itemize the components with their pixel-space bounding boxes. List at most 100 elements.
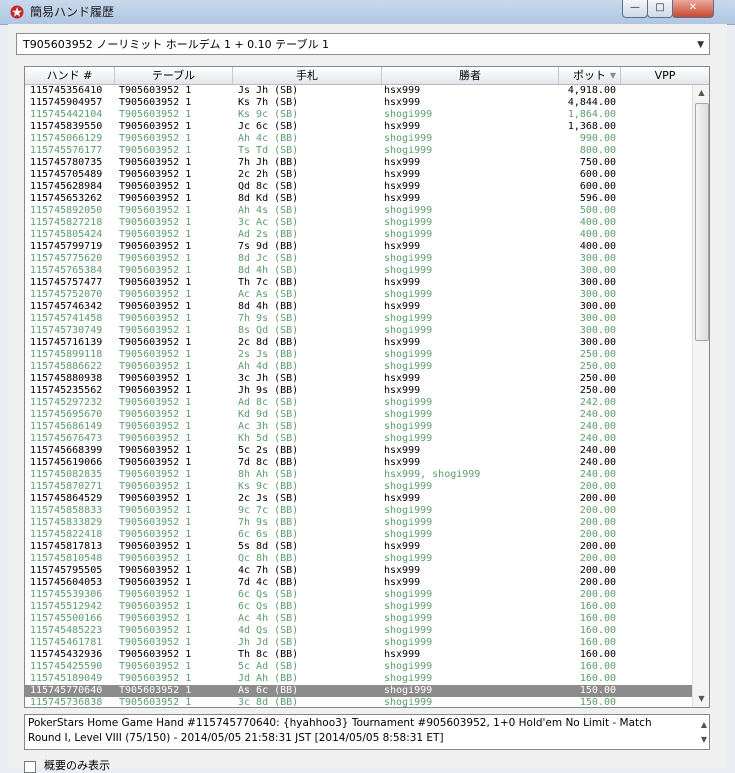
cell-pot: 240.00 bbox=[579, 457, 616, 468]
maximize-button[interactable]: □ bbox=[647, 0, 673, 18]
table-row[interactable]: 115745833829 T905603952 1 7h 9s (BB) shogi9… bbox=[25, 517, 692, 529]
table-row[interactable]: 115745892050 T905603952 1 Ah 4s (SB) shogi9… bbox=[25, 205, 692, 217]
table-row[interactable]: 115745730749 T905603952 1 8s Qd (SB) shogi9… bbox=[25, 325, 692, 337]
table-row[interactable]: 115745741458 T905603952 1 7h 9s (SB) shogi9… bbox=[25, 313, 692, 325]
column-header-vpp[interactable]: VPP bbox=[621, 67, 709, 84]
cell-pot: 600.00 bbox=[579, 181, 616, 192]
cell-table: T905603952 1 bbox=[119, 577, 192, 588]
cell-winner: shogi999 bbox=[384, 133, 433, 144]
table-row[interactable]: 115745619066 T905603952 1 7d 8c (BB) hsx999… bbox=[25, 457, 692, 469]
table-row[interactable]: 115745082835 T905603952 1 8h Ah (SB) hsx999… bbox=[25, 469, 692, 481]
scroll-down-icon[interactable]: ▼ bbox=[693, 691, 709, 707]
table-row[interactable]: 115745716139 T905603952 1 2c 8d (BB) hsx999… bbox=[25, 337, 692, 349]
detail-scroll-arrows-icon[interactable]: ▲ ▼ bbox=[701, 717, 707, 747]
table-row[interactable]: 115745886622 T905603952 1 Ah 4d (BB) shogi9… bbox=[25, 361, 692, 373]
table-row[interactable]: 115745356410 T905603952 1 Js Jh (SB) hsx999… bbox=[25, 85, 692, 97]
cell-pot: 990.00 bbox=[579, 133, 616, 144]
table-row[interactable]: 115745066129 T905603952 1 Ah 4c (BB) shogi9… bbox=[25, 133, 692, 145]
cell-winner: shogi999 bbox=[384, 613, 433, 624]
table-row[interactable]: 115745653262 T905603952 1 8d Kd (SB) hsx999… bbox=[25, 193, 692, 205]
table-row[interactable]: 115745864529 T905603952 1 2c Js (SB) hsx999… bbox=[25, 493, 692, 505]
table-row[interactable]: 115745822418 T905603952 1 6c 6s (BB) shogi9… bbox=[25, 529, 692, 541]
table-row[interactable]: 115745432936 T905603952 1 Th 8c (BB) hsx999… bbox=[25, 649, 692, 661]
table-row[interactable]: 115745576177 T905603952 1 Ts Td (SB) shogi9… bbox=[25, 145, 692, 157]
table-row[interactable]: 115745810548 T905603952 1 Qc 8h (BB) shogi9… bbox=[25, 553, 692, 565]
table-row[interactable]: 115745780735 T905603952 1 7h Jh (BB) hsx999… bbox=[25, 157, 692, 169]
vertical-scrollbar[interactable]: ▲ ▼ bbox=[692, 85, 709, 707]
minimize-button[interactable]: — bbox=[622, 0, 648, 18]
table-row[interactable]: 115745752070 T905603952 1 Ac As (SB) shogi9… bbox=[25, 289, 692, 301]
table-row[interactable]: 115745775620 T905603952 1 8d Jc (SB) shogi9… bbox=[25, 253, 692, 265]
cell-hand: 115745485223 bbox=[30, 625, 103, 636]
table-row[interactable]: 115745705489 T905603952 1 2c 2h (SB) hsx999… bbox=[25, 169, 692, 181]
cell-hand: 115745870271 bbox=[30, 481, 103, 492]
cell-pot: 200.00 bbox=[579, 577, 616, 588]
table-row[interactable]: 115745799719 T905603952 1 7s 9d (BB) hsx999… bbox=[25, 241, 692, 253]
table-row[interactable]: 115745539306 T905603952 1 6c Qs (SB) shogi9… bbox=[25, 589, 692, 601]
table-row[interactable]: 115745628984 T905603952 1 Qd 8c (SB) hsx999… bbox=[25, 181, 692, 193]
scroll-up-icon[interactable]: ▲ bbox=[693, 85, 709, 101]
table-row[interactable]: 115745668399 T905603952 1 5c 2s (BB) hsx999… bbox=[25, 445, 692, 457]
cell-cards: Th 7c (BB) bbox=[238, 277, 299, 288]
summary-only-checkbox[interactable] bbox=[24, 761, 36, 773]
table-row[interactable]: 115745297232 T905603952 1 Ad 8c (SB) shogi9… bbox=[25, 397, 692, 409]
table-row[interactable]: 115745235562 T905603952 1 Jh 9s (BB) hsx999… bbox=[25, 385, 692, 397]
table-row[interactable]: 115745695670 T905603952 1 Kd 9d (SB) shogi9… bbox=[25, 409, 692, 421]
cell-winner: shogi999 bbox=[384, 529, 433, 540]
cell-table: T905603952 1 bbox=[119, 661, 192, 672]
table-row[interactable]: 115745757477 T905603952 1 Th 7c (BB) hsx999… bbox=[25, 277, 692, 289]
table-row[interactable]: 115745805424 T905603952 1 Ad 2s (BB) shogi9… bbox=[25, 229, 692, 241]
column-header-winner[interactable]: 勝者 bbox=[382, 67, 559, 84]
chevron-down-icon[interactable]: ▼ bbox=[697, 34, 704, 56]
table-row[interactable]: 115745461781 T905603952 1 Jh Jd (SB) shogi9… bbox=[25, 637, 692, 649]
table-row[interactable]: 115745870271 T905603952 1 Ks 9c (BB) shogi9… bbox=[25, 481, 692, 493]
column-header-table[interactable]: テーブル bbox=[115, 67, 233, 84]
cell-hand: 115745539306 bbox=[30, 589, 103, 600]
table-row[interactable]: 115745858833 T905603952 1 9c 7c (BB) shogi9… bbox=[25, 505, 692, 517]
table-row[interactable]: 115745880938 T905603952 1 3c Jh (SB) hsx999… bbox=[25, 373, 692, 385]
cell-table: T905603952 1 bbox=[119, 253, 192, 264]
table-row[interactable]: 115745839550 T905603952 1 Jc 6c (SB) hsx999… bbox=[25, 121, 692, 133]
cell-cards: 6c 6s (BB) bbox=[238, 529, 299, 540]
table-row[interactable]: 115745827218 T905603952 1 3c Ac (SB) shogi9… bbox=[25, 217, 692, 229]
cell-pot: 240.00 bbox=[579, 469, 616, 480]
table-row[interactable]: 115745500166 T905603952 1 Ac 4h (SB) shogi9… bbox=[25, 613, 692, 625]
table-row[interactable]: 115745770640 T905603952 1 As 6c (BB) shogi9… bbox=[25, 685, 692, 697]
table-row[interactable]: 115745425590 T905603952 1 5c Ad (SB) shogi9… bbox=[25, 661, 692, 673]
cell-winner: hsx999 bbox=[384, 565, 421, 576]
cell-hand: 115745757477 bbox=[30, 277, 103, 288]
table-row[interactable]: 115745899118 T905603952 1 2s Js (BB) shogi9… bbox=[25, 349, 692, 361]
column-header-hand[interactable]: ハンド # bbox=[25, 67, 115, 84]
table-row[interactable]: 115745676473 T905603952 1 Kh 5d (SB) shogi9… bbox=[25, 433, 692, 445]
column-header-pot[interactable]: ポット ▼ bbox=[559, 67, 621, 84]
table-row[interactable]: 115745817813 T905603952 1 5s 8d (SB) hsx999… bbox=[25, 541, 692, 553]
table-row[interactable]: 115745795505 T905603952 1 4c 7h (SB) hsx999… bbox=[25, 565, 692, 577]
cell-pot: 200.00 bbox=[579, 529, 616, 540]
table-row[interactable]: 115745904957 T905603952 1 Ks 7h (SB) hsx999… bbox=[25, 97, 692, 109]
cell-winner: shogi999 bbox=[384, 253, 433, 264]
table-row[interactable]: 115745686149 T905603952 1 Ac 3h (SB) shogi9… bbox=[25, 421, 692, 433]
table-row[interactable]: 115745189049 T905603952 1 Jd Ah (BB) shogi9… bbox=[25, 673, 692, 685]
table-row[interactable]: 115745746342 T905603952 1 8d 4h (BB) hsx999… bbox=[25, 301, 692, 313]
cell-pot: 4,844.00 bbox=[567, 97, 616, 108]
table-row[interactable]: 115745485223 T905603952 1 4d Qs (SB) shogi9… bbox=[25, 625, 692, 637]
cell-winner: shogi999 bbox=[384, 601, 433, 612]
close-button[interactable]: ✕ bbox=[672, 0, 714, 18]
table-row[interactable]: 115745765384 T905603952 1 8d 4h (SB) shogi9… bbox=[25, 265, 692, 277]
cell-hand: 115745741458 bbox=[30, 313, 103, 324]
column-header: ハンド # テーブル 手札 勝者 ポット ▼ VPP bbox=[25, 67, 709, 85]
cell-winner: shogi999 bbox=[384, 661, 433, 672]
table-row[interactable]: 115745442104 T905603952 1 Ks 9c (SB) shogi9… bbox=[25, 109, 692, 121]
column-header-cards[interactable]: 手札 bbox=[233, 67, 382, 84]
table-row[interactable]: 115745604053 T905603952 1 7d 4c (BB) hsx999… bbox=[25, 577, 692, 589]
cell-hand: 115745886622 bbox=[30, 361, 103, 372]
scrollbar-thumb[interactable] bbox=[695, 103, 709, 341]
table-select[interactable]: T905603952 ノーリミット ホールデム 1 + 0.10 テーブル 1 … bbox=[16, 33, 710, 55]
hand-history-list[interactable]: ハンド # テーブル 手札 勝者 ポット ▼ VPP 115745356410 T… bbox=[24, 66, 710, 708]
cell-cards: Ad 8c (SB) bbox=[238, 397, 299, 408]
table-row[interactable]: 115745736838 T905603952 1 3c 8d (BB) shogi9… bbox=[25, 697, 692, 707]
cell-cards: Ah 4s (SB) bbox=[238, 205, 299, 216]
hand-detail-text[interactable]: PokerStars Home Game Hand #115745770640:… bbox=[24, 714, 710, 750]
cell-winner: hsx999 bbox=[384, 577, 421, 588]
table-row[interactable]: 115745512942 T905603952 1 6c Qs (BB) shogi9… bbox=[25, 601, 692, 613]
